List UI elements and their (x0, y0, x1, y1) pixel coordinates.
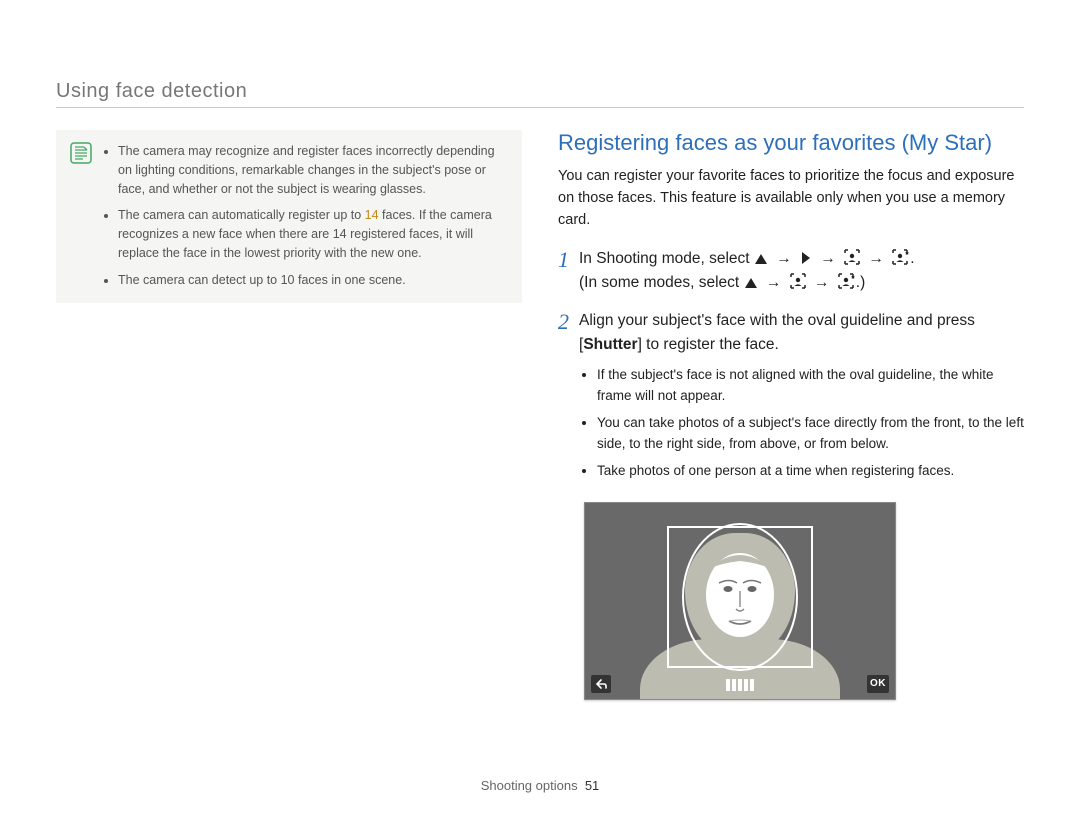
face-detect-icon (844, 249, 860, 265)
note-box: The camera may recognize and register fa… (56, 130, 522, 303)
face-detect-star-icon (892, 249, 910, 265)
step-body: Align your subject's face with the oval … (579, 309, 1024, 488)
face-frame-oval (682, 523, 798, 671)
face-detect-icon (790, 273, 806, 289)
page-number: 51 (585, 778, 599, 793)
step-body: In Shooting mode, select → → → . (579, 247, 915, 295)
burst-bars-icon (726, 679, 754, 691)
up-triangle-icon (754, 253, 768, 265)
note-item: The camera may recognize and register fa… (118, 142, 508, 198)
step-number: 2 (558, 309, 569, 488)
face-detect-star-icon (838, 273, 856, 289)
step-bullet: You can take photos of a subject's face … (597, 413, 1024, 455)
arrow-icon: → (816, 250, 840, 267)
ok-label: OK (867, 675, 889, 693)
page-footer: Shooting options 51 (0, 778, 1080, 793)
lcd-preview: OK (584, 502, 1024, 700)
arrow-icon: → (762, 274, 786, 291)
step-bullets: If the subject's face is not aligned wit… (579, 365, 1024, 482)
page-header: Using face detection (56, 80, 1024, 108)
note-list: The camera may recognize and register fa… (102, 142, 508, 289)
step-2: 2 Align your subject's face with the ova… (558, 309, 1024, 488)
note-item: The camera can detect up to 10 faces in … (118, 271, 508, 290)
step-1: 1 In Shooting mode, select → → → (558, 247, 1024, 295)
step-bullet: If the subject's face is not aligned wit… (597, 365, 1024, 407)
back-icon (591, 675, 611, 693)
arrow-icon: → (772, 250, 796, 267)
section-intro: You can register your favorite faces to … (558, 166, 1024, 231)
step-number: 1 (558, 247, 569, 295)
arrow-icon: → (864, 250, 888, 267)
arrow-icon: → (810, 274, 834, 291)
footer-section: Shooting options (481, 778, 578, 793)
chevron-right-icon (800, 251, 812, 265)
section-title: Registering faces as your favorites (My … (558, 130, 1024, 156)
up-triangle-icon (744, 277, 758, 289)
step-bullet: Take photos of one person at a time when… (597, 461, 1024, 482)
note-icon (70, 142, 92, 289)
note-item: The camera can automatically register up… (118, 206, 508, 262)
shutter-key-label: Shutter (583, 336, 637, 353)
